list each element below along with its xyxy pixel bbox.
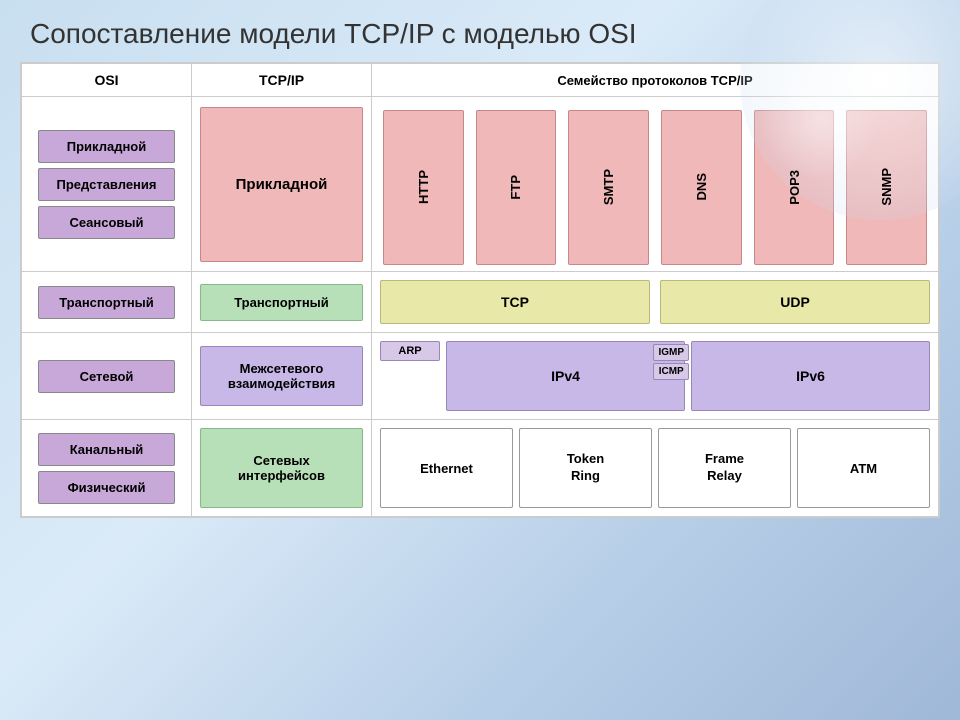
- proto-smtp: SMTP: [568, 110, 649, 265]
- protocols-header: Семейство протоколов TCP/IP: [372, 64, 939, 97]
- tcpip-header: TCP/IP: [192, 64, 372, 97]
- tcpip-internet-cell: Межсетевого взаимодействия: [192, 333, 372, 420]
- tcpip-network-box: Сетевых интерфейсов: [200, 428, 363, 508]
- tcpip-network-cell: Сетевых интерфейсов: [192, 420, 372, 517]
- osi-network-box: Сетевой: [38, 360, 175, 393]
- osi-physical-box: Физический: [38, 471, 175, 504]
- proto-frame-relay: FrameRelay: [658, 428, 791, 508]
- tcpip-application-box: Прикладной: [200, 107, 363, 262]
- proto-ethernet: Ethernet: [380, 428, 513, 508]
- osi-header: OSI: [22, 64, 192, 97]
- proto-tcp: TCP: [380, 280, 650, 324]
- network-protocols-cell: Ethernet TokenRing FrameRelay ATM: [372, 420, 939, 517]
- tcpip-transport-cell: Транспортный: [192, 272, 372, 333]
- diagram-wrapper: OSI TCP/IP Семейство протоколов TCP/IP П…: [20, 62, 940, 518]
- osi-presentation-box: Представления: [38, 168, 175, 201]
- proto-token-ring: TokenRing: [519, 428, 652, 508]
- proto-http: HTTP: [383, 110, 464, 265]
- osi-transport-box: Транспортный: [38, 286, 175, 319]
- proto-ftp: FTP: [476, 110, 557, 265]
- page-title: Сопоставление модели TCP/IP с моделью OS…: [0, 0, 960, 62]
- proto-dns: DNS: [661, 110, 742, 265]
- transport-protocols-cell: TCP UDP: [372, 272, 939, 333]
- proto-arp: ARP: [380, 341, 440, 361]
- proto-atm: ATM: [797, 428, 930, 508]
- proto-ipv4: IPv4 IGMP ICMP: [446, 341, 685, 411]
- internet-protocols-cell: ARP IPv4 IGMP ICMP IPv6: [372, 333, 939, 420]
- osi-transport-cell: Транспортный: [22, 272, 192, 333]
- proto-udp: UDP: [660, 280, 930, 324]
- osi-app-presentation-session: Прикладной Представления Сеансовый: [22, 97, 192, 272]
- proto-ipv6: IPv6: [691, 341, 930, 411]
- tcpip-internet-box: Межсетевого взаимодействия: [200, 346, 363, 406]
- osi-datalink-box: Канальный: [38, 433, 175, 466]
- proto-pop3: POP3: [754, 110, 835, 265]
- osi-session-box: Сеансовый: [38, 206, 175, 239]
- proto-igmp: IGMP: [653, 344, 689, 361]
- tcpip-transport-box: Транспортный: [200, 284, 363, 321]
- app-protocols-cell: HTTP FTP SMTP DNS POP3 SNMP: [372, 97, 939, 272]
- osi-application-box: Прикладной: [38, 130, 175, 163]
- tcpip-application-cell: Прикладной: [192, 97, 372, 272]
- osi-network-cell: Сетевой: [22, 333, 192, 420]
- proto-snmp: SNMP: [846, 110, 927, 265]
- osi-datalink-physical-cell: Канальный Физический: [22, 420, 192, 517]
- proto-icmp: ICMP: [653, 363, 689, 380]
